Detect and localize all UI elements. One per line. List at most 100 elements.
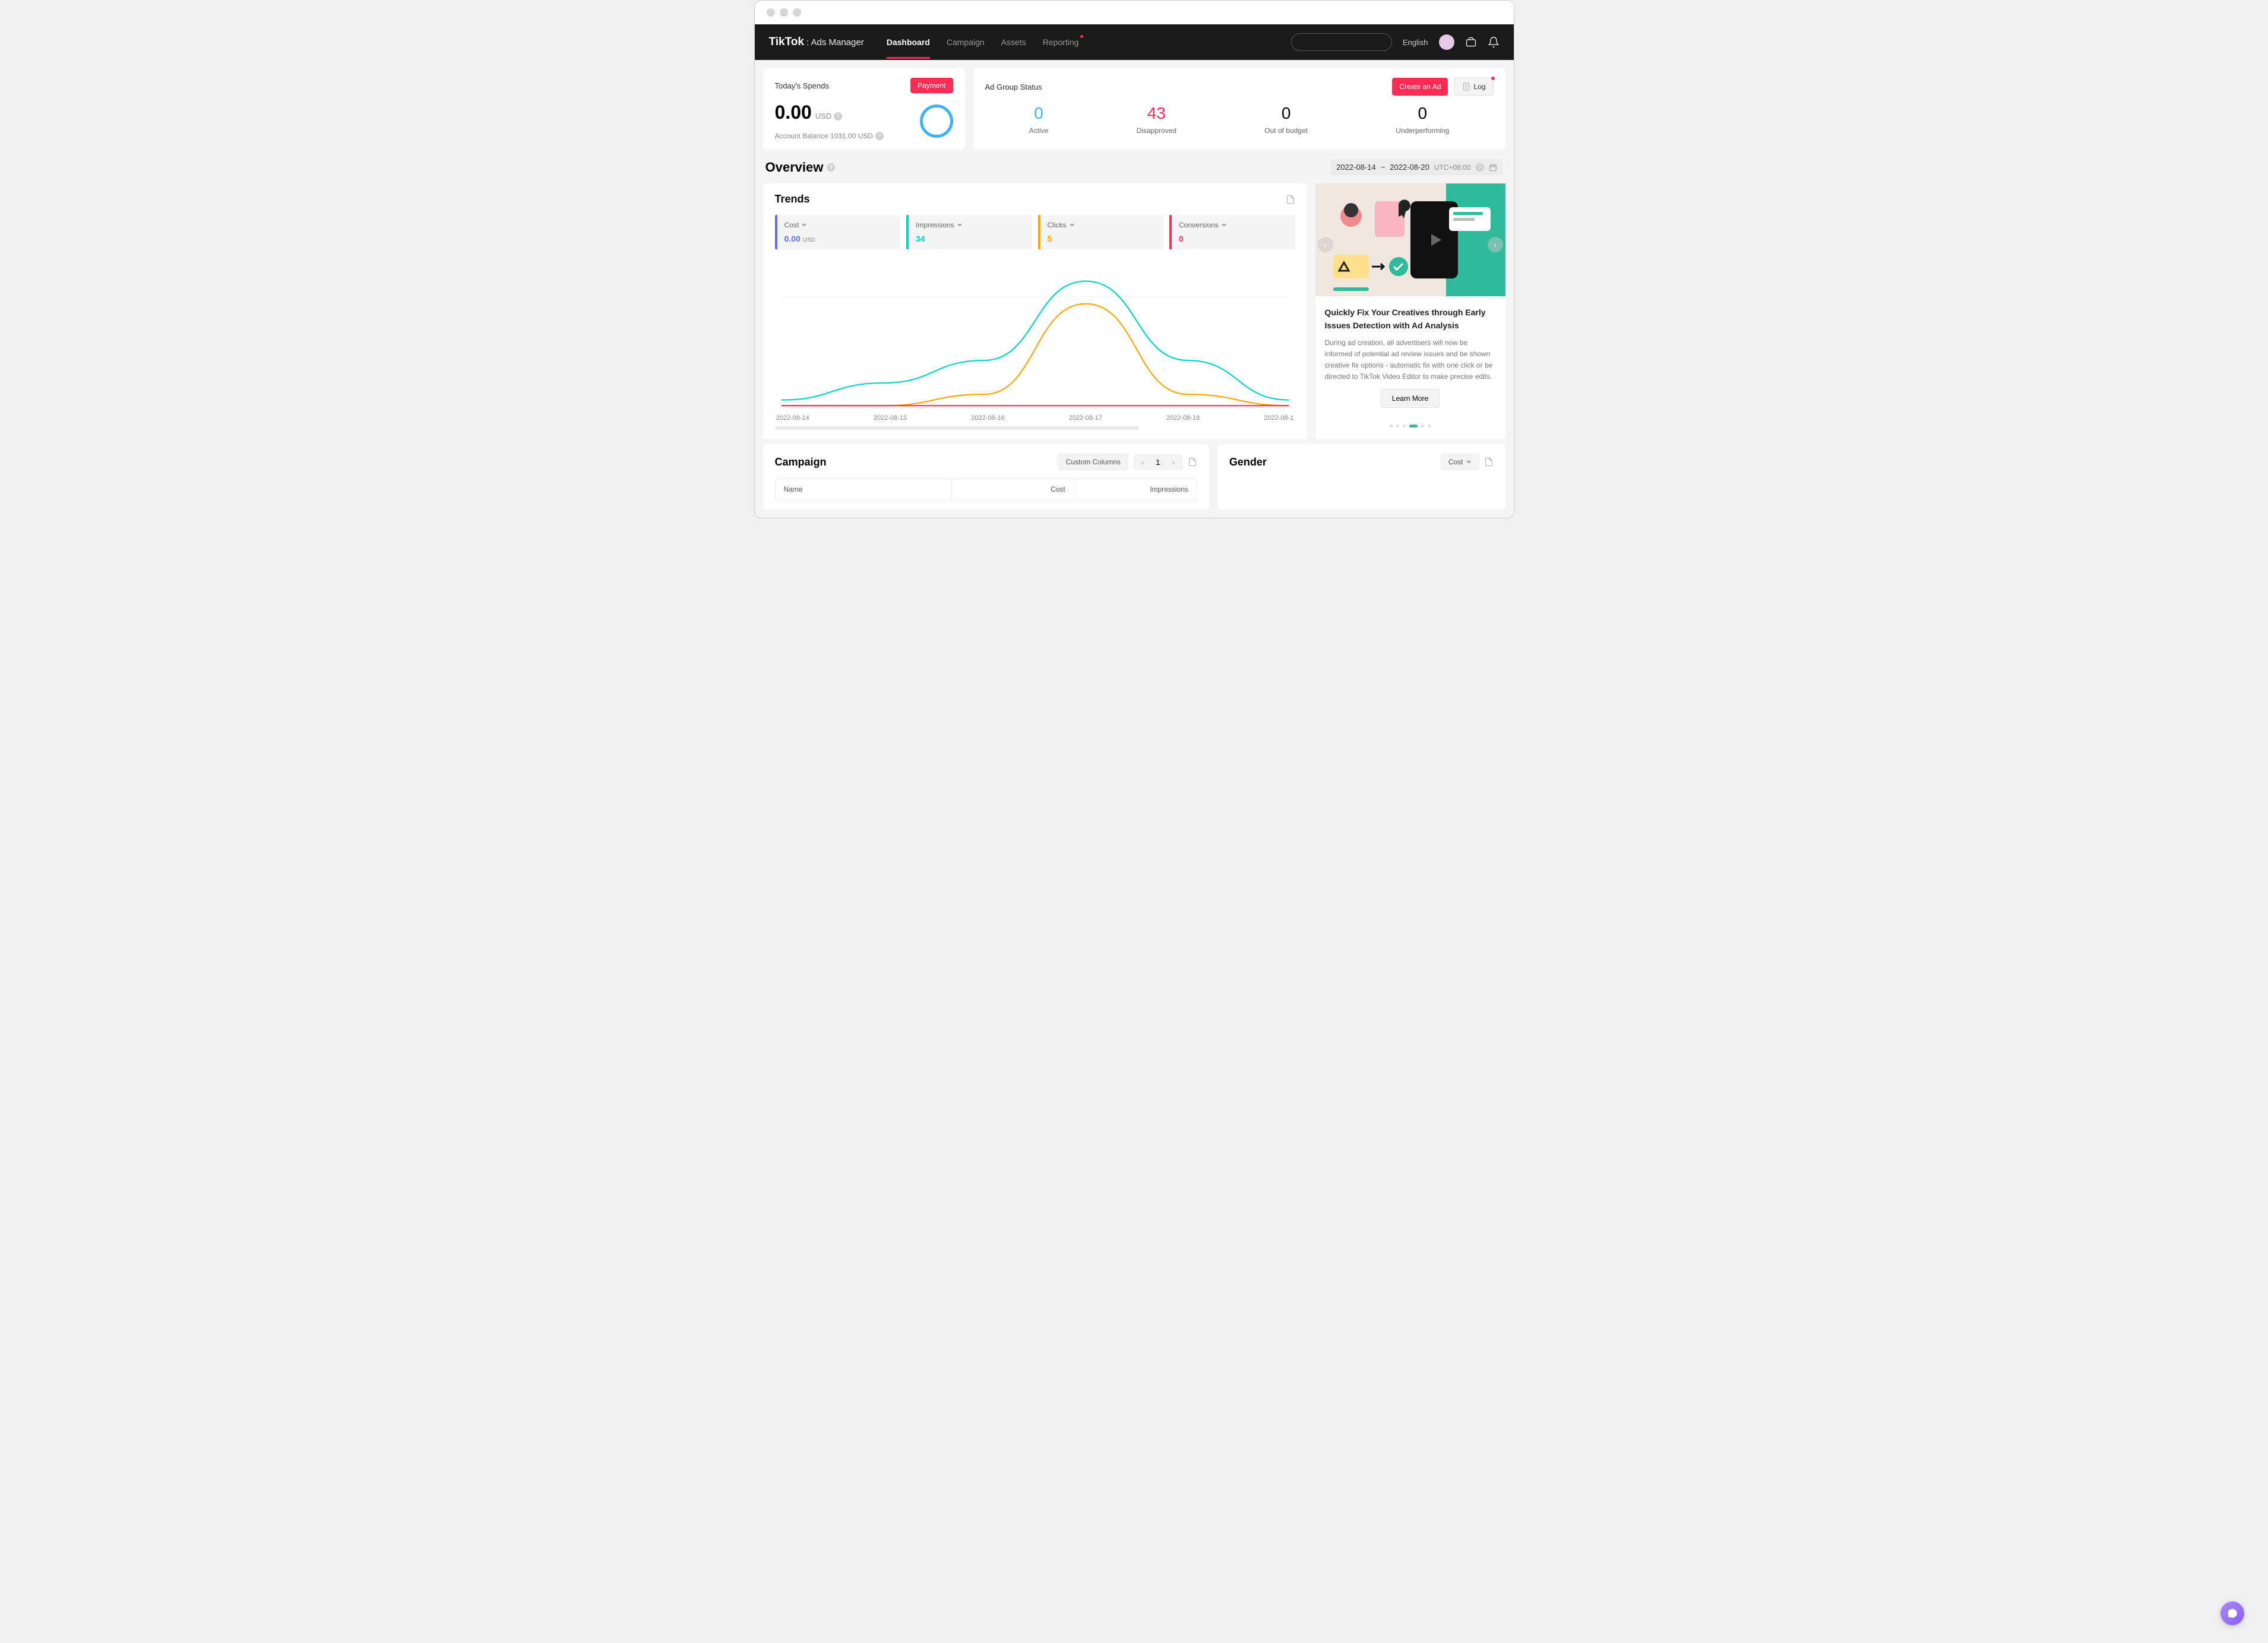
metric-conversions-label: Conversions	[1179, 221, 1219, 229]
campaign-title: Campaign	[775, 456, 827, 468]
metric-cost-label: Cost	[785, 221, 799, 229]
help-icon[interactable]: ?	[875, 132, 884, 140]
xaxis-1: 2022-08-15	[874, 414, 907, 422]
chevron-down-icon	[1069, 222, 1075, 228]
chart-x-axis: 2022-08-14 2022-08-15 2022-08-16 2022-08…	[775, 414, 1295, 422]
promo-card: ‹ › Quickly Fix Your Creatives through E…	[1315, 183, 1505, 439]
metric-cost-unit: USD	[803, 237, 815, 243]
status-under-label: Underperforming	[1396, 126, 1449, 135]
status-active-label: Active	[1029, 126, 1049, 135]
log-icon	[1462, 82, 1471, 91]
col-cost[interactable]: Cost	[951, 479, 1074, 499]
status-out-of-budget[interactable]: 0 Out of budget	[1264, 104, 1308, 135]
date-from: 2022-08-14	[1336, 163, 1376, 172]
export-icon[interactable]	[1286, 195, 1295, 204]
metric-conversions[interactable]: Conversions 0	[1169, 215, 1295, 249]
pager-next[interactable]: ›	[1167, 457, 1179, 468]
nav-assets[interactable]: Assets	[1001, 37, 1026, 47]
metric-impressions[interactable]: Impressions 34	[906, 215, 1032, 249]
help-icon[interactable]: ?	[1476, 163, 1484, 172]
payment-button[interactable]: Payment	[910, 78, 953, 93]
briefcase-icon[interactable]	[1465, 36, 1477, 48]
status-underperforming[interactable]: 0 Underperforming	[1396, 104, 1449, 135]
campaign-table-header: Name Cost Impressions	[775, 479, 1197, 500]
main-header: TikTok : Ads Manager Dashboard Campaign …	[755, 24, 1514, 60]
gender-metric-label: Cost	[1448, 458, 1463, 466]
trends-chart-svg	[775, 258, 1295, 412]
promo-body-text: During ad creation, all advertisers will…	[1325, 337, 1496, 383]
log-button[interactable]: Log	[1454, 78, 1493, 96]
calendar-icon	[1489, 163, 1497, 172]
nav-notification-dot	[1080, 35, 1083, 38]
status-active-count: 0	[1029, 104, 1049, 123]
campaign-card: Campaign Custom Columns ‹ 1 › Name Cost	[763, 444, 1209, 509]
metric-impressions-label: Impressions	[916, 221, 954, 229]
status-oob-count: 0	[1264, 104, 1308, 123]
status-oob-label: Out of budget	[1264, 126, 1308, 135]
campaign-pager: ‹ 1 ›	[1133, 454, 1183, 470]
search-input[interactable]	[1291, 33, 1392, 51]
spend-amount: 0.00	[775, 102, 812, 124]
account-balance: Account Balance 1031.00 USD	[775, 132, 873, 140]
col-name[interactable]: Name	[776, 479, 951, 499]
chat-support-button[interactable]	[2220, 1601, 2244, 1625]
language-selector[interactable]: English	[1403, 38, 1428, 47]
traffic-light-dot[interactable]	[767, 8, 775, 17]
log-label: Log	[1473, 83, 1485, 91]
trends-title: Trends	[775, 193, 810, 205]
chevron-down-icon	[801, 222, 807, 228]
pager-page: 1	[1156, 458, 1160, 467]
export-icon[interactable]	[1484, 457, 1494, 467]
primary-nav: Dashboard Campaign Assets Reporting	[887, 37, 1079, 47]
pager-prev[interactable]: ‹	[1137, 457, 1149, 468]
xaxis-5: 2022-08-1	[1264, 414, 1293, 422]
horizontal-scrollbar[interactable]	[775, 426, 1139, 430]
bell-icon[interactable]	[1488, 36, 1500, 48]
chevron-down-icon	[1221, 222, 1227, 228]
promo-prev-button[interactable]: ‹	[1318, 237, 1333, 252]
nav-dashboard[interactable]: Dashboard	[887, 37, 930, 47]
col-impressions[interactable]: Impressions	[1074, 479, 1197, 499]
metric-cost[interactable]: Cost 0.00 USD	[775, 215, 901, 249]
traffic-light-dot[interactable]	[780, 8, 788, 17]
promo-illustration: ‹ ›	[1315, 183, 1505, 296]
date-range-picker[interactable]: 2022-08-14 ~ 2022-08-20 UTC+08:00 ?	[1330, 159, 1502, 175]
learn-more-button[interactable]: Learn More	[1381, 389, 1440, 408]
metric-conversions-value: 0	[1179, 234, 1288, 243]
metric-clicks[interactable]: Clicks 5	[1038, 215, 1164, 249]
nav-reporting[interactable]: Reporting	[1043, 37, 1079, 47]
promo-next-button[interactable]: ›	[1488, 237, 1503, 252]
metric-clicks-value: 5	[1048, 234, 1157, 243]
timezone: UTC+08:00	[1434, 163, 1471, 172]
user-avatar[interactable]	[1439, 34, 1454, 50]
nav-reporting-label: Reporting	[1043, 37, 1079, 47]
create-ad-button[interactable]: Create an Ad	[1392, 78, 1448, 96]
promo-pagination-dots[interactable]	[1315, 425, 1505, 435]
export-icon[interactable]	[1188, 457, 1197, 467]
nav-campaign[interactable]: Campaign	[947, 37, 985, 47]
todays-spends-card: Today's Spends Payment 0.00 USD ?	[763, 68, 965, 150]
gender-metric-select[interactable]: Cost	[1441, 454, 1479, 470]
traffic-light-dot[interactable]	[793, 8, 801, 17]
brand-main: TikTok	[769, 36, 804, 49]
ad-group-status-card: Ad Group Status Create an Ad Log 0 Activ…	[973, 68, 1505, 150]
gender-card: Gender Cost	[1217, 444, 1505, 509]
help-icon[interactable]: ?	[834, 112, 842, 121]
xaxis-4: 2022-08-18	[1166, 414, 1200, 422]
status-title: Ad Group Status	[985, 83, 1042, 91]
chevron-down-icon	[957, 222, 963, 228]
status-under-count: 0	[1396, 104, 1449, 123]
gender-title: Gender	[1229, 456, 1267, 468]
date-to: 2022-08-20	[1390, 163, 1429, 172]
trends-card: Trends Cost 0.00 USD Impressions 34 Clic…	[763, 183, 1307, 439]
promo-title: Quickly Fix Your Creatives through Early…	[1325, 306, 1496, 333]
log-notification-dot	[1491, 77, 1495, 80]
spend-currency: USD	[815, 112, 831, 121]
status-active[interactable]: 0 Active	[1029, 104, 1049, 135]
status-disapproved-label: Disapproved	[1137, 126, 1176, 135]
chevron-down-icon	[1466, 459, 1472, 465]
help-icon[interactable]: ?	[827, 163, 835, 172]
custom-columns-button[interactable]: Custom Columns	[1058, 454, 1128, 470]
status-disapproved[interactable]: 43 Disapproved	[1137, 104, 1176, 135]
trends-chart	[775, 258, 1295, 412]
